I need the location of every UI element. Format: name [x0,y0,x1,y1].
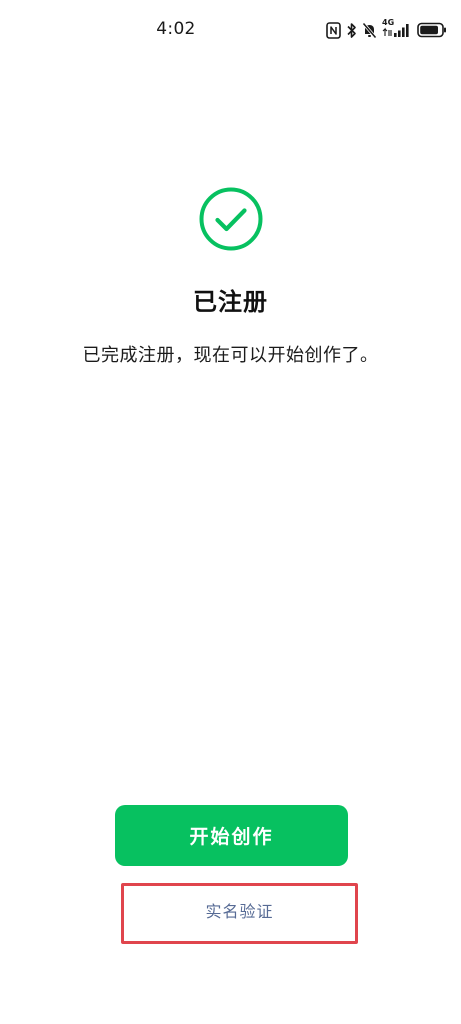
page-description: 已完成注册，现在可以开始创作了。 [82,345,379,366]
battery-icon [417,22,447,38]
nfc-icon [326,21,341,39]
page-title: 已注册 [193,288,268,316]
check-circle-icon [199,187,263,251]
status-time: 4:02 [156,19,196,39]
status-icons: 4G [326,18,447,42]
start-creating-button[interactable]: 开始创作 [115,805,348,866]
bluetooth-icon [346,22,357,39]
signal-icon: 4G [382,19,412,41]
real-name-verification-button[interactable]: 实名验证 [124,886,355,938]
mute-icon [362,22,377,39]
status-bar: 4:02 4G [0,0,461,60]
